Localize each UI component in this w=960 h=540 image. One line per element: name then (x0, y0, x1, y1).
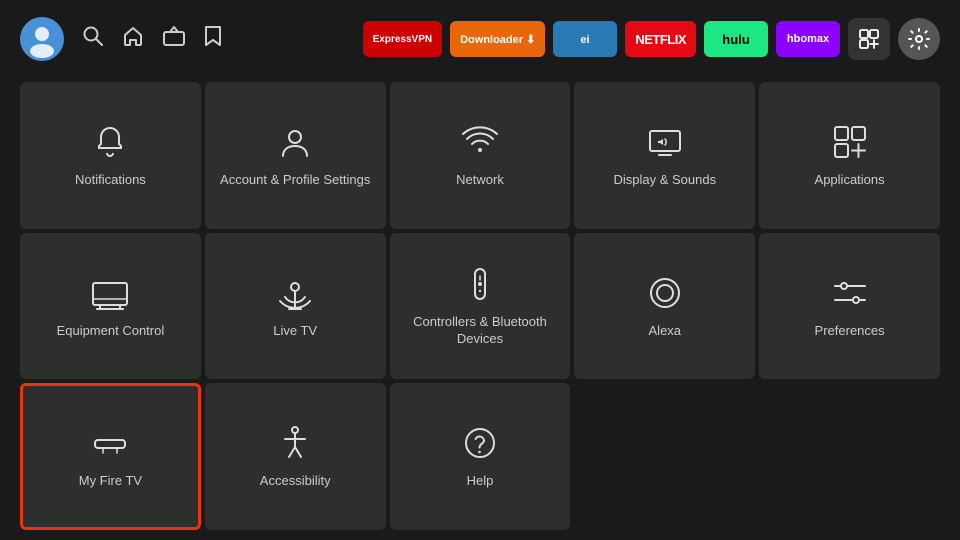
app-bar: ExpressVPN Downloader ⬇ ei NETFLIX hulu … (363, 18, 940, 60)
grid-item-notifications[interactable]: Notifications (20, 82, 201, 229)
grid-item-empty2 (759, 383, 940, 530)
grid-item-controllers[interactable]: Controllers & Bluetooth Devices (390, 233, 571, 380)
search-icon[interactable] (82, 25, 104, 53)
app-hulu[interactable]: hulu (704, 21, 768, 57)
grid-item-my-fire-tv[interactable]: My Fire TV (20, 383, 201, 530)
avatar[interactable] (20, 17, 64, 61)
app-downloader[interactable]: Downloader ⬇ (450, 21, 545, 57)
account-label: Account & Profile Settings (220, 172, 370, 189)
my-fire-tv-label: My Fire TV (79, 473, 142, 490)
grid-item-network[interactable]: Network (390, 82, 571, 229)
live-tv-label: Live TV (273, 323, 317, 340)
grid-item-account[interactable]: Account & Profile Settings (205, 82, 386, 229)
bell-icon (90, 122, 130, 162)
equipment-control-label: Equipment Control (57, 323, 165, 340)
apps-icon (830, 122, 870, 162)
remote-icon (460, 264, 500, 304)
app-expressvpn[interactable]: ExpressVPN (363, 21, 442, 57)
applications-label: Applications (815, 172, 885, 189)
display-sounds-label: Display & Sounds (613, 172, 716, 189)
live-tv-nav-icon[interactable] (162, 25, 186, 53)
bookmark-icon[interactable] (204, 25, 222, 53)
home-icon[interactable] (122, 25, 144, 53)
grid-item-alexa[interactable]: Alexa (574, 233, 755, 380)
top-nav: ExpressVPN Downloader ⬇ ei NETFLIX hulu … (0, 0, 960, 78)
settings-cog-icon[interactable] (898, 18, 940, 60)
grid-item-display-sounds[interactable]: Display & Sounds (574, 82, 755, 229)
grid-item-applications[interactable]: Applications (759, 82, 940, 229)
grid-item-live-tv[interactable]: Live TV (205, 233, 386, 380)
sliders-icon (830, 273, 870, 313)
tv-icon (90, 273, 130, 313)
antenna-icon (275, 273, 315, 313)
accessibility-icon (275, 423, 315, 463)
firetv-icon (90, 423, 130, 463)
preferences-label: Preferences (815, 323, 885, 340)
alexa-icon (645, 273, 685, 313)
help-icon (460, 423, 500, 463)
wifi-icon (460, 122, 500, 162)
app-ei[interactable]: ei (553, 21, 617, 57)
settings-grid: Notifications Account & Profile Settings… (0, 78, 960, 540)
accessibility-label: Accessibility (260, 473, 331, 490)
app-netflix[interactable]: NETFLIX (625, 21, 696, 57)
add-apps-icon[interactable] (848, 18, 890, 60)
nav-left (20, 17, 222, 61)
person-icon (275, 122, 315, 162)
grid-item-help[interactable]: Help (390, 383, 571, 530)
alexa-label: Alexa (649, 323, 682, 340)
svg-text:ei: ei (581, 34, 590, 46)
notifications-label: Notifications (75, 172, 146, 189)
grid-item-accessibility[interactable]: Accessibility (205, 383, 386, 530)
grid-item-empty1 (574, 383, 755, 530)
display-icon (645, 122, 685, 162)
grid-item-preferences[interactable]: Preferences (759, 233, 940, 380)
app-hbomax[interactable]: hbomax (776, 21, 840, 57)
help-label: Help (467, 473, 494, 490)
network-label: Network (456, 172, 504, 189)
grid-item-equipment-control[interactable]: Equipment Control (20, 233, 201, 380)
controllers-label: Controllers & Bluetooth Devices (400, 314, 561, 348)
